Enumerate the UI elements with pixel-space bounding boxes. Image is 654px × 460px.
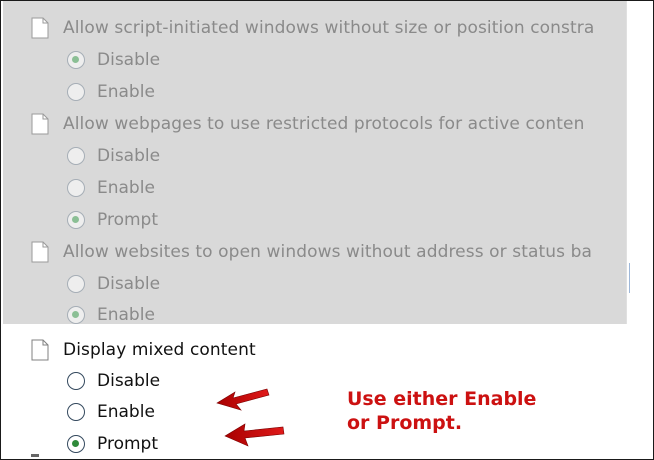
- partial-next-item: [31, 454, 39, 457]
- scrollbar-track[interactable]: [626, 1, 651, 324]
- option-label: Disable: [97, 274, 161, 294]
- radio-option-enable[interactable]: Enable: [67, 77, 155, 107]
- security-settings-window: Allow script-initiated windows without s…: [0, 0, 654, 460]
- radio-button[interactable]: [67, 435, 85, 453]
- option-label: Prompt: [97, 434, 158, 454]
- document-icon: [31, 241, 49, 263]
- radio-button[interactable]: [67, 275, 85, 293]
- setting-windows-without-address-bar: Allow websites to open windows without a…: [31, 237, 592, 267]
- setting-label: Display mixed content: [63, 340, 256, 360]
- red-arrow-icon: [224, 423, 285, 447]
- setting-label: Allow script-initiated windows without s…: [63, 18, 595, 38]
- document-icon: [31, 339, 49, 361]
- radio-option-prompt[interactable]: Prompt: [67, 205, 158, 235]
- option-label: Enable: [97, 178, 155, 198]
- annotation-line-2: or Prompt.: [347, 412, 463, 434]
- annotation-callout: Use either Enable or Prompt.: [347, 387, 536, 435]
- setting-label: Allow webpages to use restricted protoco…: [63, 114, 585, 134]
- radio-option-disable[interactable]: Disable: [67, 45, 160, 75]
- radio-selected-dot: [72, 56, 79, 63]
- radio-button[interactable]: [67, 147, 85, 165]
- radio-selected-dot: [72, 440, 79, 447]
- radio-option-disable[interactable]: Disable: [67, 141, 160, 171]
- option-label: Enable: [97, 305, 155, 325]
- radio-option-disable[interactable]: Disable: [67, 269, 160, 299]
- radio-selected-dot: [72, 216, 79, 223]
- option-label: Disable: [97, 371, 161, 391]
- option-label: Prompt: [97, 210, 158, 230]
- setting-script-initiated-windows: Allow script-initiated windows without s…: [31, 13, 594, 43]
- radio-selected-dot: [72, 311, 79, 318]
- radio-button[interactable]: [67, 83, 85, 101]
- option-label: Enable: [97, 402, 155, 422]
- document-icon: [31, 113, 49, 135]
- radio-option-enable[interactable]: Enable: [67, 397, 155, 427]
- radio-button[interactable]: [67, 306, 85, 324]
- radio-option-enable[interactable]: Enable: [67, 300, 155, 330]
- radio-button[interactable]: [67, 211, 85, 229]
- option-label: Disable: [97, 146, 161, 166]
- radio-button[interactable]: [67, 179, 85, 197]
- radio-button[interactable]: [67, 372, 85, 390]
- option-label: Disable: [97, 50, 161, 70]
- radio-option-enable[interactable]: Enable: [67, 173, 155, 203]
- radio-option-disable[interactable]: Disable: [67, 366, 160, 396]
- annotation-line-1: Use either Enable: [347, 388, 537, 410]
- red-arrow-icon: [216, 388, 270, 411]
- scroll-position-mark: [629, 263, 634, 293]
- document-icon: [31, 17, 49, 39]
- radio-button[interactable]: [67, 403, 85, 421]
- radio-button[interactable]: [67, 51, 85, 69]
- option-label: Enable: [97, 82, 155, 102]
- setting-restricted-protocols: Allow webpages to use restricted protoco…: [31, 109, 584, 139]
- setting-display-mixed-content: Display mixed content: [31, 335, 256, 365]
- scrollbar-lower: [626, 324, 650, 459]
- radio-option-prompt[interactable]: Prompt: [67, 429, 158, 459]
- setting-label: Allow websites to open windows without a…: [63, 242, 593, 262]
